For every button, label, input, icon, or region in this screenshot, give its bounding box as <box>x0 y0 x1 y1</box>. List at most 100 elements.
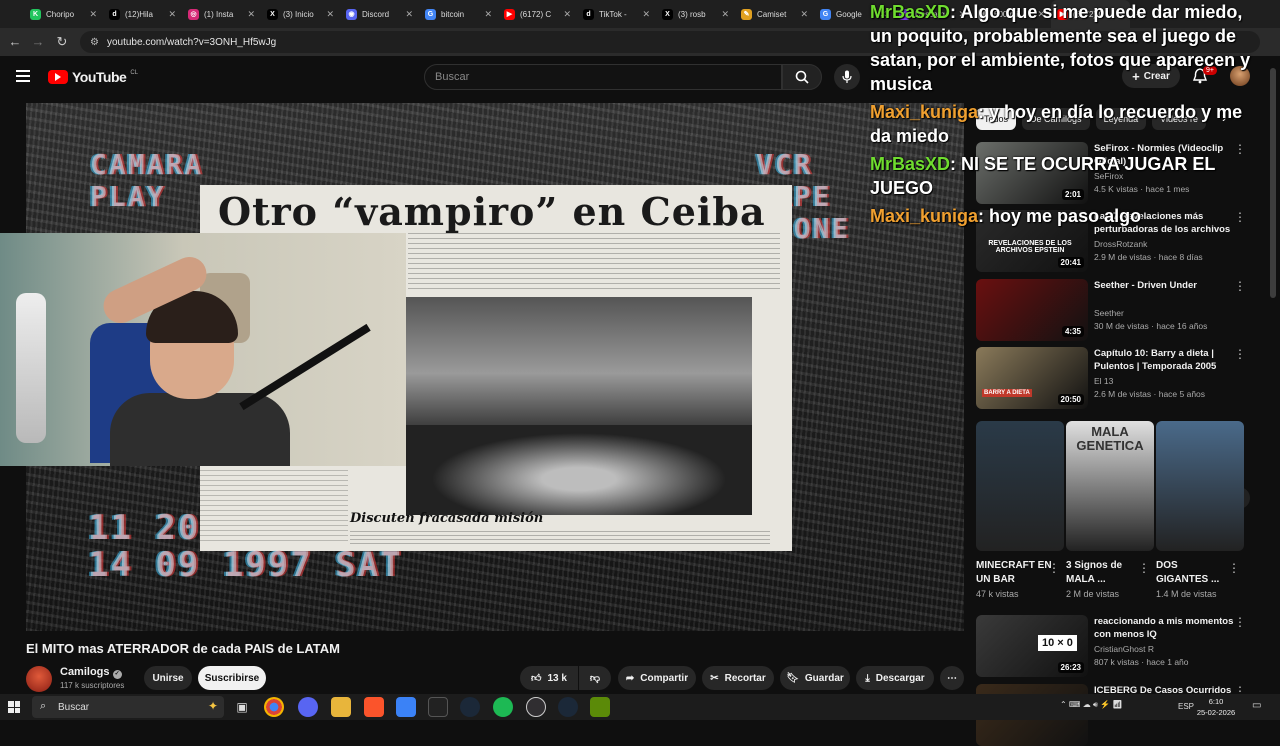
video-thumbnail[interactable]: 4:35 <box>976 279 1088 341</box>
channel-name[interactable]: Camilogs ✓ <box>60 666 122 679</box>
tab-close-icon[interactable]: ✕ <box>958 9 966 20</box>
filter-chip[interactable]: De Camilogs <box>1022 108 1090 130</box>
short-thumbnail[interactable] <box>1156 421 1244 551</box>
video-title[interactable]: Las 7 Revelaciones más perturbadoras de … <box>1094 210 1234 236</box>
capcut-taskbar-icon[interactable] <box>428 697 448 717</box>
page-scrollbar[interactable] <box>1270 68 1276 298</box>
search-input[interactable]: Buscar <box>424 64 782 90</box>
browser-tab[interactable]: ✎ Camiset ✕ <box>735 0 814 28</box>
filter-chip[interactable]: Videos re <box>1152 108 1206 130</box>
video-thumbnail[interactable]: 10 × 0 26:23 <box>976 615 1088 677</box>
chevron-right-icon[interactable]: › <box>1222 109 1227 125</box>
nvidia-taskbar-icon[interactable] <box>590 697 610 717</box>
more-options-icon[interactable]: ⋮ <box>1234 210 1246 224</box>
file-explorer-icon[interactable] <box>331 697 351 717</box>
back-icon[interactable]: ← <box>3 34 27 49</box>
language-indicator[interactable]: ESP <box>1178 702 1194 711</box>
recommended-video[interactable]: 4:35 Seether - Driven Under Seether 30 M… <box>976 279 1252 341</box>
channel-name[interactable]: SeFirox <box>1094 171 1123 181</box>
tab-close-icon[interactable]: ✕ <box>800 9 808 20</box>
clip-button[interactable]: ✂ Recortar <box>702 666 774 690</box>
tab-close-icon[interactable]: ✕ <box>563 9 571 20</box>
tray-icons[interactable]: ⌃ ⌨ ☁ 🔊︎ ⚡ 📶︎ <box>1060 700 1123 710</box>
join-button[interactable]: Unirse <box>144 666 192 690</box>
video-title[interactable]: SeFirox - Normies (Videoclip Oficial) <box>1094 142 1234 168</box>
short-title[interactable]: MINECRAFT EN UN BAR <box>976 559 1052 587</box>
windows-start-icon[interactable] <box>8 701 20 713</box>
more-options-icon[interactable]: ⋮ <box>1234 347 1246 361</box>
account-avatar[interactable] <box>1230 66 1250 86</box>
recommended-video[interactable]: REVELACIONES DE LOS ARCHIVOS EPSTEIN 20:4… <box>976 210 1252 272</box>
more-options-icon[interactable]: ⋮ <box>1234 615 1246 629</box>
youtube-logo[interactable]: YouTube CL <box>48 69 138 85</box>
browser-tab[interactable]: d (12)Hila ✕ <box>103 0 182 28</box>
search-button[interactable] <box>782 64 822 90</box>
browser-tab[interactable]: ◉ Discord ✕ <box>340 0 419 28</box>
steam2-taskbar-icon[interactable] <box>558 697 578 717</box>
more-options-icon[interactable]: ⋮ <box>1234 142 1246 156</box>
short-thumbnail[interactable]: MALA GENETICA <box>1066 421 1154 551</box>
like-button[interactable]: 👍︎ 13 k <box>520 666 578 690</box>
system-clock[interactable]: 6:10 25-02-2026 <box>1194 696 1238 718</box>
browser-tab[interactable]: K Choripo ✕ <box>24 0 103 28</box>
create-button[interactable]: + Crear <box>1122 64 1180 88</box>
channel-name[interactable]: CristianGhost R <box>1094 644 1154 654</box>
share-button[interactable]: ➦ Compartir <box>618 666 696 690</box>
more-actions-button[interactable]: ⋯ <box>940 666 964 690</box>
more-options-icon[interactable]: ⋮ <box>1228 561 1240 575</box>
spotify-taskbar-icon[interactable] <box>493 697 513 717</box>
menu-icon[interactable] <box>16 70 30 82</box>
dislike-button[interactable]: 👎︎ <box>579 666 611 690</box>
taskbar-search[interactable]: ⌕ Buscar ✦ <box>32 696 224 718</box>
tab-close-icon[interactable]: ✕ <box>721 9 729 20</box>
more-options-icon[interactable]: ⋮ <box>1048 561 1060 575</box>
recommended-video[interactable]: 2:01 SeFirox - Normies (Videoclip Oficia… <box>976 142 1252 204</box>
filter-chip[interactable]: Leyenda <box>1095 108 1147 130</box>
new-tab-button[interactable]: + <box>1130 6 1150 22</box>
browser-tab[interactable]: G bitcoin ✕ <box>419 0 498 28</box>
notification-center-icon[interactable]: ▭ <box>1252 700 1261 711</box>
tab-close-icon[interactable]: ✕ <box>326 9 334 20</box>
subscribe-button[interactable]: Suscribirse <box>198 666 266 690</box>
browser-tab[interactable]: d TikTok - ✕ <box>577 0 656 28</box>
channel-name[interactable]: Seether <box>1094 308 1124 318</box>
short-title[interactable]: 3 Signos de MALA ... <box>1066 559 1142 587</box>
video-title[interactable]: Capítulo 10: Barry a dieta | Pulentos | … <box>1094 347 1234 373</box>
task-view-icon[interactable]: ▣ <box>232 697 252 717</box>
short-thumbnail[interactable] <box>976 421 1064 551</box>
browser-tab[interactable]: X (3) rosb ✕ <box>656 0 735 28</box>
voice-search-button[interactable] <box>834 64 860 90</box>
video-thumbnail[interactable]: BARRY A DIETA 20:50 <box>976 347 1088 409</box>
recommended-video[interactable]: 10 × 0 26:23 reaccionando a mis momentos … <box>976 615 1252 677</box>
tab-close-icon[interactable]: ✕ <box>247 9 255 20</box>
video-title[interactable]: Seether - Driven Under <box>1094 279 1234 292</box>
reload-icon[interactable]: ↻ <box>50 34 74 50</box>
browser-tab[interactable]: ◐ 500 mil ✕ <box>972 0 1051 28</box>
browser-tab[interactable]: ↓ Descarg ✕ <box>893 0 972 28</box>
channel-avatar[interactable] <box>26 666 52 692</box>
filter-chip[interactable]: Todos <box>976 108 1017 130</box>
video-thumbnail[interactable]: 2:01 <box>976 142 1088 204</box>
tab-close-icon[interactable]: ✕ <box>879 9 887 20</box>
save-button[interactable]: 🔖︎ Guardar <box>780 666 850 690</box>
recommended-video[interactable]: BARRY A DIETA 20:50 Capítulo 10: Barry a … <box>976 347 1252 409</box>
tab-close-icon[interactable]: ✕ <box>89 9 97 20</box>
browser-tab[interactable]: ▶ (6172) C ✕ <box>1051 0 1130 28</box>
site-info-icon[interactable]: ⚙ <box>90 37 99 48</box>
steam-taskbar-icon[interactable] <box>460 697 480 717</box>
channel-name[interactable]: El 13 <box>1094 376 1113 386</box>
chrome-taskbar-icon[interactable] <box>264 697 284 717</box>
discord-taskbar-icon[interactable] <box>298 697 318 717</box>
more-options-icon[interactable]: ⋮ <box>1138 561 1150 575</box>
more-options-icon[interactable]: ⋮ <box>1234 279 1246 293</box>
address-bar[interactable]: ⚙ youtube.com/watch?v=3ONH_Hf5wJg <box>80 31 1260 53</box>
forward-icon[interactable]: → <box>26 34 50 49</box>
obs-taskbar-icon[interactable] <box>526 697 546 717</box>
browser-tab[interactable]: X (3) Inicio ✕ <box>261 0 340 28</box>
tab-close-icon[interactable]: ✕ <box>1116 9 1124 20</box>
tab-close-icon[interactable]: ✕ <box>484 9 492 20</box>
channel-name[interactable]: DrossRotzank <box>1094 239 1147 249</box>
tab-close-icon[interactable]: ✕ <box>642 9 650 20</box>
tab-close-icon[interactable]: ✕ <box>405 9 413 20</box>
download-button[interactable]: ⤓ Descargar <box>856 666 934 690</box>
